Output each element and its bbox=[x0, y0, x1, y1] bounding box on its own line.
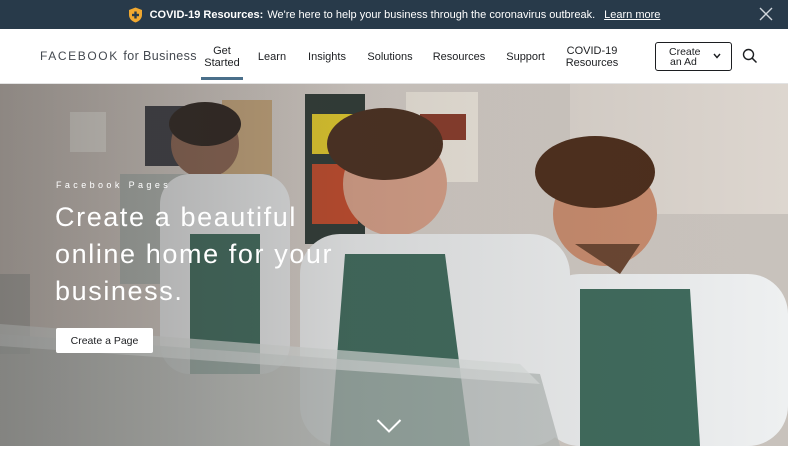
brand-logo[interactable]: FACEBOOK for Business bbox=[40, 49, 197, 63]
nav-label: Solutions bbox=[367, 51, 413, 63]
nav-support[interactable]: Support bbox=[503, 51, 548, 63]
nav-label: Get bbox=[213, 45, 231, 57]
top-nav: FACEBOOK for Business Get Started Learn … bbox=[0, 29, 788, 84]
page-below-fold bbox=[0, 446, 788, 468]
create-page-button[interactable]: Create a Page bbox=[56, 328, 153, 353]
banner-message: We're here to help your business through… bbox=[267, 8, 596, 21]
hero-eyebrow: Facebook Pages bbox=[56, 180, 172, 190]
learn-more-link[interactable]: Learn more bbox=[604, 9, 660, 21]
nav-insights[interactable]: Insights bbox=[305, 51, 349, 63]
nav-label: COVID-19 bbox=[566, 45, 618, 57]
create-ad-button[interactable]: Create an Ad bbox=[655, 42, 732, 71]
brand-name: FACEBOOK bbox=[40, 49, 119, 63]
nav-label: Insights bbox=[308, 51, 346, 63]
nav-label: Learn bbox=[257, 51, 287, 63]
chevron-down-icon bbox=[713, 53, 721, 59]
brand-suffix: for Business bbox=[123, 49, 197, 63]
hero-headline: Create a beautiful online home for your … bbox=[55, 202, 334, 306]
close-icon[interactable] bbox=[758, 6, 774, 22]
nav-get-started[interactable]: Get Started bbox=[201, 45, 243, 80]
nav-label: Support bbox=[506, 51, 545, 63]
covid-banner: COVID-19 Resources: We're here to help y… bbox=[0, 0, 788, 29]
nav-resources[interactable]: Resources bbox=[431, 51, 487, 63]
nav-label: Resources bbox=[432, 51, 486, 63]
cta-label: an Ad bbox=[670, 56, 697, 68]
nav-label: Resources bbox=[565, 57, 619, 69]
hero-section: Facebook Pages Create a beautiful online… bbox=[0, 84, 788, 446]
nav-covid-resources[interactable]: COVID-19 Resources bbox=[563, 45, 621, 69]
nav-solutions[interactable]: Solutions bbox=[364, 51, 416, 63]
search-icon[interactable] bbox=[742, 48, 758, 64]
nav-learn[interactable]: Learn bbox=[254, 51, 290, 63]
chevron-down-icon[interactable] bbox=[376, 418, 402, 434]
banner-title: COVID-19 Resources: bbox=[149, 8, 264, 21]
shield-plus-icon bbox=[128, 7, 142, 22]
nav-label: Started bbox=[204, 57, 240, 69]
